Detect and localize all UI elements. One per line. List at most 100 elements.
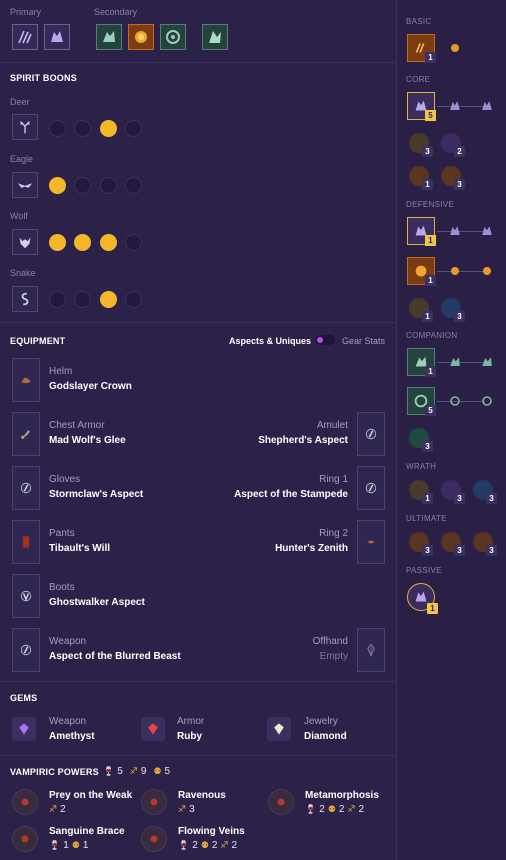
- gloves-item-name[interactable]: Stormclaw's Aspect: [49, 489, 143, 500]
- companion-skill-node-2[interactable]: 5: [407, 387, 436, 416]
- basic-skill-node[interactable]: 1: [407, 34, 436, 63]
- boon-snake-1[interactable]: [49, 291, 66, 308]
- power-ravenous[interactable]: Ravenous: [178, 790, 226, 801]
- weapon-item-name[interactable]: Aspect of the Blurred Beast: [49, 651, 181, 662]
- boon-eagle-3[interactable]: [100, 177, 117, 194]
- defensive-skill-node[interactable]: 1: [407, 217, 436, 246]
- defensive-upgrade-node[interactable]: [477, 221, 497, 241]
- offhand-slot-label: Offhand: [312, 636, 348, 647]
- companion-category-label: COMPANION: [406, 331, 458, 340]
- equipment-view-toggle[interactable]: [315, 335, 335, 345]
- chest-armor-icon: [21, 430, 30, 439]
- roar-icon: [483, 267, 491, 275]
- boon-deer-1[interactable]: [49, 120, 66, 137]
- power-prey-on-the-weak[interactable]: Prey on the Weak: [49, 790, 132, 801]
- gem-jewelry-name[interactable]: Diamond: [304, 731, 347, 742]
- companion-2-enhancement-node[interactable]: [445, 391, 465, 411]
- aspects-uniques-toggle-label[interactable]: Aspects & Uniques: [229, 336, 311, 346]
- power-stats: 🍷 1 ⚉ 1: [49, 840, 89, 851]
- gems-title: GEMS: [10, 693, 38, 703]
- boon-wolf-2[interactable]: [74, 234, 91, 251]
- boon-deer-3[interactable]: [100, 120, 117, 137]
- aspect-glyph-icon: [365, 428, 377, 440]
- skill-slot-1-wolf-claw[interactable]: [12, 24, 38, 50]
- companion-upgrade-node[interactable]: [477, 352, 497, 372]
- ultimate-passive-b[interactable]: 3: [441, 532, 465, 556]
- boon-snake-2[interactable]: [74, 291, 91, 308]
- ultimate-passive-a[interactable]: 3: [409, 532, 433, 556]
- weapon-slot-label: Weapon: [49, 636, 87, 647]
- gem-weapon-icon: [12, 717, 36, 741]
- companion-enhancement-node[interactable]: [445, 352, 465, 372]
- boon-group-label: Wolf: [10, 211, 28, 221]
- boon-eagle-1[interactable]: [49, 177, 66, 194]
- weapon-slot[interactable]: [12, 628, 40, 672]
- pact-chalice-icon: 🍷: [305, 804, 317, 814]
- companion-2-upgrade-node[interactable]: [477, 391, 497, 411]
- power-flowing-veins[interactable]: Flowing Veins: [178, 826, 245, 837]
- chest-armor-slot[interactable]: [12, 412, 40, 456]
- boon-snake-4[interactable]: [125, 291, 142, 308]
- core-enhancement-node[interactable]: [445, 96, 465, 116]
- boon-wolf-3[interactable]: [100, 234, 117, 251]
- companion-skill-node[interactable]: 1: [407, 348, 436, 377]
- core-skill-node[interactable]: 5: [407, 92, 436, 121]
- gem-weapon-name[interactable]: Amethyst: [49, 731, 95, 742]
- defensive-passive-b[interactable]: 3: [441, 298, 465, 322]
- boots-item-name[interactable]: Ghostwalker Aspect: [49, 597, 145, 608]
- skill-slot-4-debilitating-roar[interactable]: [128, 24, 154, 50]
- basic-category-label: BASIC: [406, 17, 432, 26]
- defensive-skill-node-2[interactable]: 1: [407, 257, 436, 286]
- boon-eagle-4[interactable]: [125, 177, 142, 194]
- boon-eagle-2[interactable]: [74, 177, 91, 194]
- key-passive-node[interactable]: 1: [407, 583, 438, 614]
- ring-1-item-name[interactable]: Aspect of the Stampede: [178, 489, 348, 500]
- offhand-slot[interactable]: [357, 628, 385, 672]
- pact-chalice-icon: 🍷: [103, 766, 115, 776]
- amulet-item-name[interactable]: Shepherd's Aspect: [198, 435, 348, 446]
- boon-snake-3[interactable]: [100, 291, 117, 308]
- ring-2-item-name[interactable]: Hunter's Zenith: [198, 543, 348, 554]
- ring-2-slot[interactable]: [357, 520, 385, 564]
- gear-stats-toggle-label[interactable]: Gear Stats: [342, 336, 385, 346]
- spirit-boons-title: SPIRIT BOONS: [10, 73, 77, 83]
- boon-wolf-1[interactable]: [49, 234, 66, 251]
- vortex-icon: [166, 30, 180, 44]
- helm-item-name[interactable]: Godslayer Crown: [49, 381, 132, 392]
- skill-slot-2-werewolf[interactable]: [44, 24, 70, 50]
- gem-armor-name[interactable]: Ruby: [177, 731, 202, 742]
- defensive-2-enhancement-node[interactable]: [445, 261, 465, 281]
- ring-1-slot[interactable]: [357, 466, 385, 510]
- amulet-slot-label: Amulet: [316, 420, 348, 431]
- boon-deer-4[interactable]: [125, 120, 142, 137]
- power-sanguine-brace[interactable]: Sanguine Brace: [49, 826, 125, 837]
- amulet-slot[interactable]: [357, 412, 385, 456]
- boon-deer-2[interactable]: [74, 120, 91, 137]
- boots-slot[interactable]: [12, 574, 40, 618]
- core-passive-a[interactable]: 3: [409, 133, 433, 157]
- pants-slot[interactable]: [12, 520, 40, 564]
- defensive-passive-a[interactable]: 1: [409, 298, 433, 322]
- basic-upgrade-node[interactable]: [445, 38, 465, 58]
- skill-slot-5-wolves-vortex[interactable]: [160, 24, 186, 50]
- core-passive-d[interactable]: 3: [441, 166, 465, 190]
- defensive-enhancement-node[interactable]: [445, 221, 465, 241]
- core-passive-b[interactable]: 2: [441, 133, 465, 157]
- pants-item-name[interactable]: Tibault's Will: [49, 543, 110, 554]
- ultimate-passive-c[interactable]: 3: [473, 532, 497, 556]
- skill-slot-3-companion[interactable]: [96, 24, 122, 50]
- core-upgrade-node[interactable]: [477, 96, 497, 116]
- boon-wolf-4[interactable]: [125, 234, 142, 251]
- wrath-passive-a[interactable]: 1: [409, 480, 433, 504]
- wrath-passive-b[interactable]: 3: [441, 480, 465, 504]
- helm-slot[interactable]: [12, 358, 40, 402]
- defensive-2-upgrade-node[interactable]: [477, 261, 497, 281]
- power-metamorphosis[interactable]: Metamorphosis: [305, 790, 379, 801]
- core-passive-c[interactable]: 1: [409, 166, 433, 190]
- wrath-passive-c[interactable]: 3: [473, 480, 497, 504]
- gem-jewelry-slot-label: Jewelry: [304, 716, 338, 727]
- chest-armor-item-name[interactable]: Mad Wolf's Glee: [49, 435, 126, 446]
- skill-slot-6-wolf-pack[interactable]: [202, 24, 228, 50]
- companion-passive-a[interactable]: 3: [409, 428, 433, 452]
- gloves-slot[interactable]: [12, 466, 40, 510]
